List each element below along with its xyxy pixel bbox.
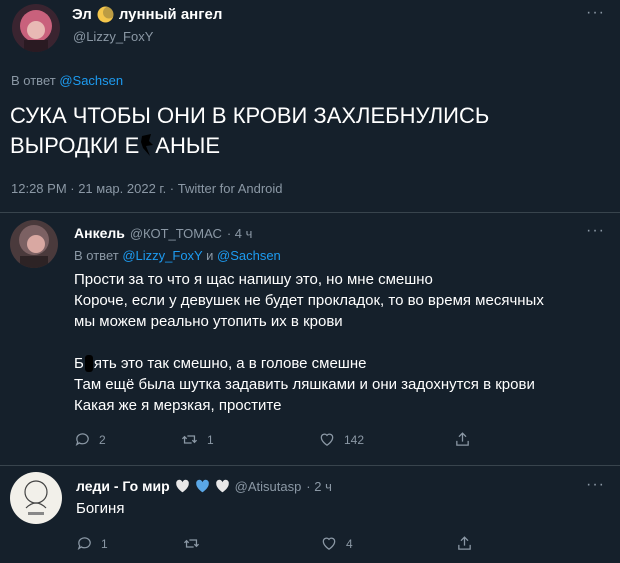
white-heart-icon	[215, 479, 230, 493]
share-icon	[456, 535, 473, 552]
reply1-reply-to-handle2[interactable]: @Sachsen	[217, 248, 281, 263]
share-button[interactable]	[456, 535, 473, 552]
reply2-time[interactable]: · 2 ч	[306, 479, 332, 494]
reply1-more-icon[interactable]: ···	[586, 222, 605, 240]
main-handle[interactable]: @Lizzy_FoxY	[73, 29, 153, 44]
reply2-avatar[interactable]	[10, 472, 62, 524]
blue-heart-icon	[195, 479, 210, 493]
retweet-icon	[182, 535, 201, 552]
heart-icon	[318, 431, 336, 448]
main-text-line2-end: АНЫЕ	[155, 133, 221, 158]
reply1-reply-to-handle1[interactable]: @Lizzy_FoxY	[122, 248, 202, 263]
reply1-line2: Короче, если у девушек не будет прокладо…	[74, 292, 544, 309]
reply1-line5: Там ещё была шутка задавить ляшками и он…	[74, 376, 535, 393]
like-count: 142	[344, 432, 365, 447]
reply1-line4-start: Б	[74, 355, 84, 372]
censor-mark	[139, 132, 155, 160]
share-button[interactable]	[454, 431, 471, 448]
reply2-display-name[interactable]: леди - Го мир	[76, 478, 170, 494]
reply1-handle[interactable]: @КОТ_ТОМАС	[130, 226, 222, 241]
reply1-avatar[interactable]	[10, 220, 58, 268]
reply-icon	[74, 431, 91, 448]
heart-icon	[320, 535, 338, 552]
reply1-line3: мы можем реально утопить их в крови	[74, 313, 343, 330]
reply-button[interactable]: 1	[76, 535, 182, 552]
reply-count: 1	[101, 536, 108, 551]
main-avatar[interactable]	[12, 4, 60, 52]
reply1-reply-to-prefix: В ответ	[74, 248, 119, 263]
main-text-line1: СУКА ЧТОБЫ ОНИ В КРОВИ ЗАХЛЕБНУЛИСЬ	[10, 103, 490, 128]
like-count: 4	[346, 536, 353, 551]
reply2-handle[interactable]: @Atisutasp	[235, 479, 302, 494]
reply1-line6: Какая же я мерзкая, простите	[74, 397, 282, 414]
reply1-line1: Прости за то что я щас напишу это, но мн…	[74, 271, 433, 288]
reply-count: 2	[99, 432, 106, 447]
main-tweet-text: СУКА ЧТОБЫ ОНИ В КРОВИ ЗАХЛЕБНУЛИСЬ ВЫРО…	[10, 101, 489, 161]
more-options-icon[interactable]: ···	[586, 4, 605, 22]
reply1-time[interactable]: · 4 ч	[227, 226, 253, 241]
retweet-icon	[180, 431, 199, 448]
reply1-line4-end: ять это так смешно, а в голове смешне	[93, 355, 367, 372]
divider	[0, 465, 620, 466]
reply2-text: Богиня	[76, 500, 125, 517]
moon-icon	[97, 6, 114, 23]
retweet-button[interactable]: 1	[180, 431, 318, 448]
reply1-display-name[interactable]: Анкель	[74, 225, 125, 241]
divider	[0, 212, 620, 213]
retweet-button[interactable]	[182, 535, 320, 552]
reply-button[interactable]: 2	[74, 431, 180, 448]
reply1-text: Прости за то что я щас напишу это, но мн…	[74, 269, 544, 416]
main-reply-to-prefix: В ответ	[11, 73, 56, 88]
main-display-name[interactable]: Эл	[72, 6, 92, 23]
main-name-suffix: лунный ангел	[118, 6, 223, 23]
reply-icon	[76, 535, 93, 552]
like-button[interactable]: 142	[318, 431, 454, 448]
retweet-count: 1	[207, 432, 214, 447]
censor-mark	[84, 355, 93, 372]
share-icon	[454, 431, 471, 448]
main-text-line2-start: ВЫРОДКИ Е	[10, 133, 140, 158]
reply2-more-icon[interactable]: ···	[586, 476, 605, 494]
reply1-reply-to-and: и	[206, 248, 214, 263]
white-heart-icon	[175, 479, 190, 493]
main-reply-to-handle[interactable]: @Sachsen	[59, 73, 123, 88]
like-button[interactable]: 4	[320, 535, 456, 552]
main-tweet-meta[interactable]: 12:28 PM · 21 мар. 2022 г. · Twitter for…	[11, 181, 283, 196]
